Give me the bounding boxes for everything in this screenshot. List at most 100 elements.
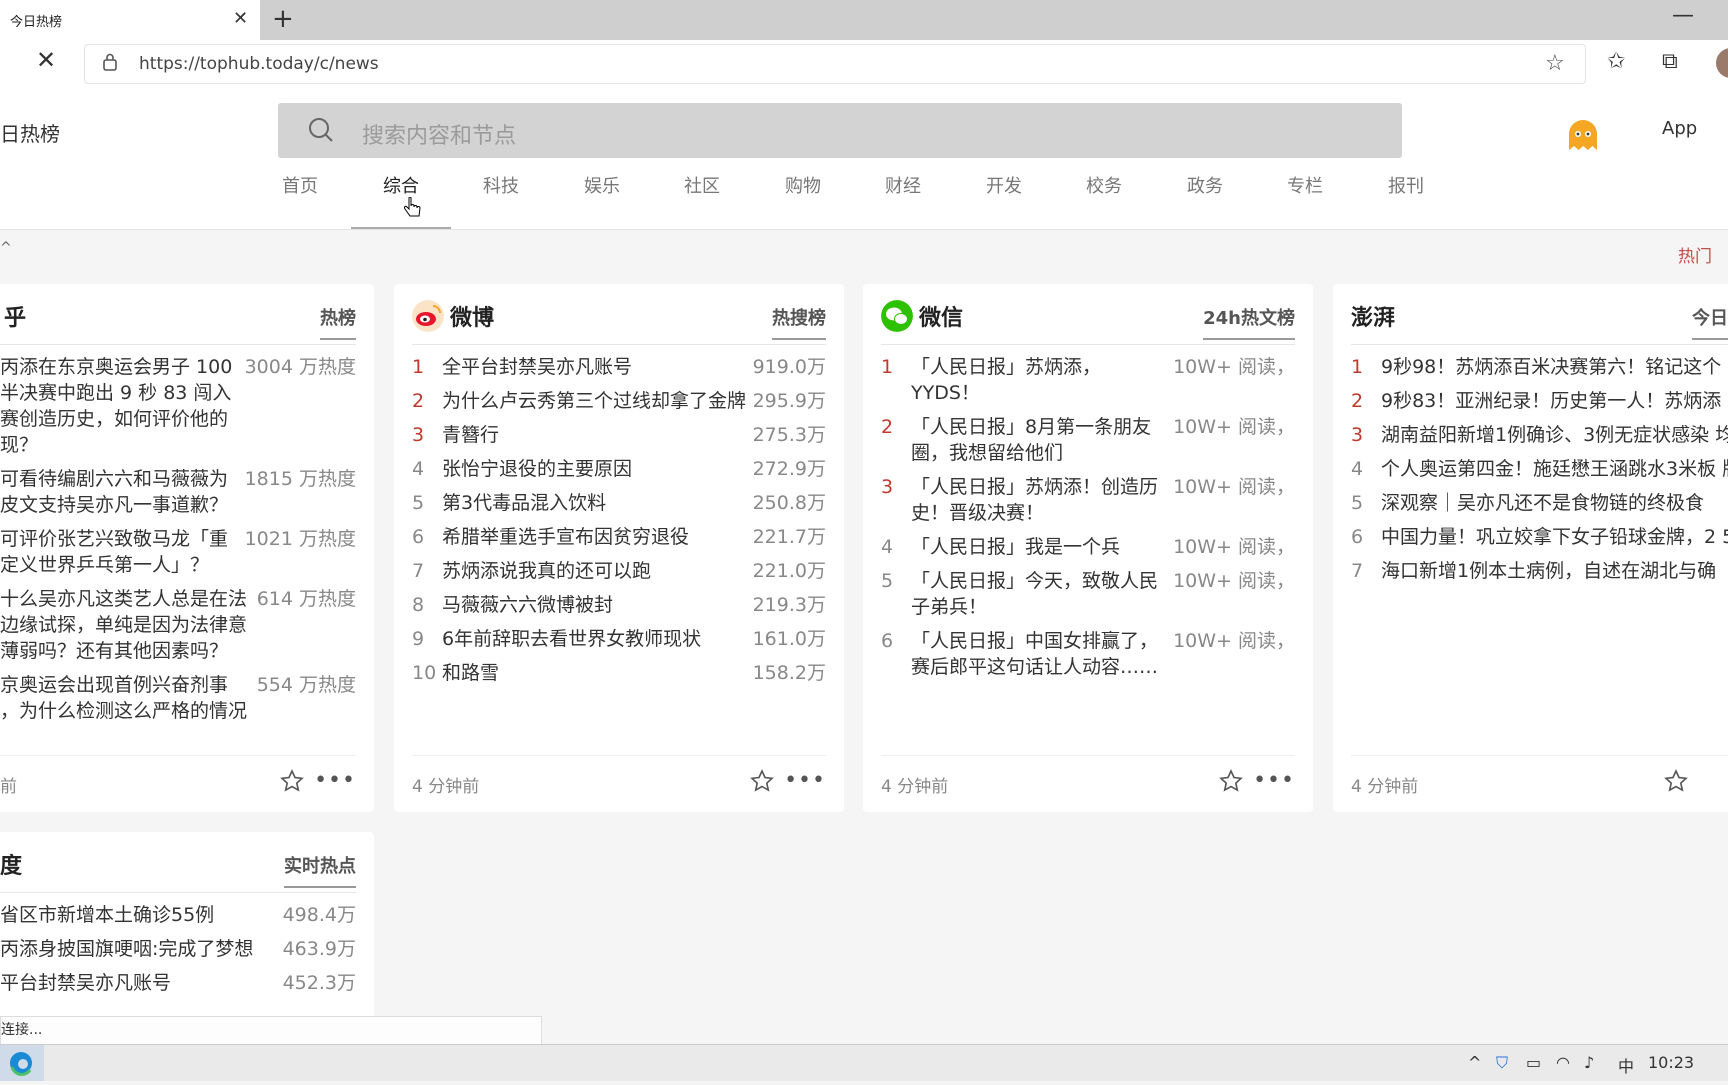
- tab-home[interactable]: 首页: [250, 174, 350, 227]
- list-item[interactable]: 3 湖南益阳新增1例确诊、3例无症状感染 均为北京病例密接: [1351, 422, 1728, 448]
- browser-tab[interactable]: 今日热榜 ✕: [0, 0, 260, 40]
- list-item[interactable]: 丙添在东京奥运会男子 100 半决赛中跑出 9 秒 83 闯入 赛创造历史，如何…: [0, 354, 356, 458]
- list-item[interactable]: 7 海口新增1例本土病例，自述在湖北与确: [1351, 558, 1728, 584]
- volume-icon[interactable]: ♪: [1584, 1053, 1594, 1072]
- item-title[interactable]: 第3代毒品混入饮料: [442, 490, 747, 516]
- item-title[interactable]: 可评价张艺兴致敬马龙「重 定义世界乒乓第一人」？: [0, 526, 239, 578]
- new-tab-icon[interactable]: +: [272, 4, 294, 34]
- tray-expand-icon[interactable]: ^: [1468, 1053, 1481, 1072]
- item-title[interactable]: 青簪行: [442, 422, 747, 448]
- tab-newspaper[interactable]: 报刊: [1356, 174, 1456, 227]
- star-icon[interactable]: [750, 769, 774, 793]
- item-title[interactable]: 「人民日报」苏炳添！创造历史！晋级决赛！: [911, 474, 1167, 526]
- tab-community[interactable]: 社区: [652, 174, 752, 227]
- minimize-icon[interactable]: —: [1672, 3, 1694, 28]
- list-item[interactable]: 1 「人民日报」苏炳添，YYDS！ 10W+ 阅读，: [881, 354, 1295, 406]
- star-icon[interactable]: [280, 769, 304, 793]
- list-item[interactable]: 2 「人民日报」8月第一条朋友圈，我想留给他们 10W+ 阅读，: [881, 414, 1295, 466]
- list-item[interactable]: 6 「人民日报」中国女排赢了，赛后郎平这句话让人动容…… 10W+ 阅读，: [881, 628, 1295, 680]
- card-subtitle[interactable]: 热搜榜: [772, 304, 826, 340]
- list-item[interactable]: 4 张怡宁退役的主要原因 272.9万: [412, 456, 826, 482]
- item-title[interactable]: 平台封禁吴亦凡账号: [0, 970, 277, 996]
- card-subtitle[interactable]: 今日: [1692, 304, 1728, 340]
- item-title[interactable]: 苏炳添说我真的还可以跑: [442, 558, 747, 584]
- list-item[interactable]: 3 青簪行 275.3万: [412, 422, 826, 448]
- list-item[interactable]: 4 「人民日报」我是一个兵 10W+ 阅读，: [881, 534, 1295, 560]
- list-item[interactable]: 1 全平台封禁吴亦凡账号 919.0万: [412, 354, 826, 380]
- more-icon[interactable]: •••: [314, 768, 356, 793]
- list-item[interactable]: 2 9秒83！亚洲纪录！历史第一人！苏炳添 入男子百米决赛: [1351, 388, 1728, 414]
- favorites-icon[interactable]: ✩: [1607, 49, 1625, 74]
- list-item[interactable]: 可看待编剧六六和马薇薇为 皮文支持吴亦凡一事道歉？ 1815 万热度: [0, 466, 356, 518]
- battery-icon[interactable]: ▭: [1526, 1053, 1541, 1072]
- ghost-icon[interactable]: [1566, 118, 1600, 152]
- app-link[interactable]: App: [1662, 118, 1697, 139]
- item-title[interactable]: 深观察｜吴亦凡还不是食物链的终极食: [1381, 490, 1728, 516]
- list-item[interactable]: 4 个人奥运第四金！施廷懋王涵跳水3米板 牌，王涵银牌: [1351, 456, 1728, 482]
- item-title[interactable]: 十么吴亦凡这类艺人总是在法 边缘试探，单纯是因为法律意 薄弱吗？还有其他因素吗？: [0, 586, 251, 664]
- item-title[interactable]: 和路雪: [442, 660, 747, 686]
- item-title[interactable]: 海口新增1例本土病例，自述在湖北与确: [1381, 558, 1728, 584]
- tab-shopping[interactable]: 购物: [753, 174, 853, 227]
- add-favorite-icon[interactable]: ☆: [1545, 51, 1565, 76]
- card-title[interactable]: 微信: [919, 300, 963, 332]
- card-subtitle[interactable]: 实时热点: [284, 852, 356, 888]
- item-title[interactable]: 希腊举重选手宣布因贫穷退役: [442, 524, 747, 550]
- item-title[interactable]: 张怡宁退役的主要原因: [442, 456, 747, 482]
- hot-link[interactable]: 热门: [1678, 242, 1712, 267]
- site-logo[interactable]: 日热榜: [0, 118, 60, 147]
- item-title[interactable]: 9秒83！亚洲纪录！历史第一人！苏炳添 入男子百米决赛: [1381, 388, 1728, 414]
- list-item[interactable]: 8 马薇薇六六微博被封 219.3万: [412, 592, 826, 618]
- list-item[interactable]: 1 9秒98！苏炳添百米决赛第六！铭记这个 史瞬间！: [1351, 354, 1728, 380]
- card-title[interactable]: 度: [0, 848, 22, 880]
- more-icon[interactable]: •••: [1253, 768, 1295, 793]
- card-title[interactable]: 澎湃: [1351, 300, 1395, 332]
- list-item[interactable]: 7 苏炳添说我真的还可以跑 221.0万: [412, 558, 826, 584]
- item-title[interactable]: 「人民日报」我是一个兵: [911, 534, 1167, 560]
- list-item[interactable]: 6 中国力量！巩立姣拿下女子铅球金牌，2 58创最好成绩: [1351, 524, 1728, 550]
- item-title[interactable]: 「人民日报」8月第一条朋友圈，我想留给他们: [911, 414, 1167, 466]
- star-icon[interactable]: [1664, 769, 1688, 793]
- item-title[interactable]: 湖南益阳新增1例确诊、3例无症状感染 均为北京病例密接: [1381, 422, 1728, 448]
- tab-entertainment[interactable]: 娱乐: [552, 174, 652, 227]
- star-icon[interactable]: [1219, 769, 1243, 793]
- list-item[interactable]: 2 为什么卢云秀第三个过线却拿了金牌 295.9万: [412, 388, 826, 414]
- list-item[interactable]: 省区市新增本土确诊55例 498.4万: [0, 902, 356, 928]
- item-title[interactable]: 中国力量！巩立姣拿下女子铅球金牌，2 58创最好成绩: [1381, 524, 1728, 550]
- item-title[interactable]: 可看待编剧六六和马薇薇为 皮文支持吴亦凡一事道歉？: [0, 466, 239, 518]
- tab-column[interactable]: 专栏: [1255, 174, 1355, 227]
- tab-general[interactable]: 综合: [351, 174, 451, 229]
- item-title[interactable]: 全平台封禁吴亦凡账号: [442, 354, 747, 380]
- list-item[interactable]: 京奥运会出现首例兴奋剂事 ，为什么检测这么严格的情况 554 万热度: [0, 672, 356, 724]
- list-item[interactable]: 10 和路雪 158.2万: [412, 660, 826, 686]
- item-title[interactable]: 「人民日报」苏炳添，YYDS！: [911, 354, 1167, 406]
- scroll-left-icon[interactable]: ^: [0, 240, 12, 256]
- list-item[interactable]: 平台封禁吴亦凡账号 452.3万: [0, 970, 356, 996]
- item-title[interactable]: 丙添身披国旗哽咽:完成了梦想: [0, 936, 277, 962]
- item-title[interactable]: 个人奥运第四金！施廷懋王涵跳水3米板 牌，王涵银牌: [1381, 456, 1728, 482]
- security-shield-icon[interactable]: ⛉: [1496, 1053, 1508, 1073]
- item-title[interactable]: 为什么卢云秀第三个过线却拿了金牌: [442, 388, 747, 414]
- list-item[interactable]: 十么吴亦凡这类艺人总是在法 边缘试探，单纯是因为法律意 薄弱吗？还有其他因素吗？…: [0, 586, 356, 664]
- card-title[interactable]: 微博: [450, 300, 494, 332]
- item-title[interactable]: 6年前辞职去看世界女教师现状: [442, 626, 747, 652]
- search-input[interactable]: 搜索内容和节点: [278, 103, 1402, 158]
- ime-indicator[interactable]: 中: [1618, 1053, 1634, 1077]
- item-title[interactable]: 「人民日报」今天，致敬人民子弟兵！: [911, 568, 1167, 620]
- address-bar[interactable]: https://tophub.today/c/news ☆: [84, 44, 1586, 84]
- wifi-icon[interactable]: ◠: [1556, 1053, 1570, 1072]
- tab-tech[interactable]: 科技: [451, 174, 551, 227]
- tab-dev[interactable]: 开发: [954, 174, 1054, 227]
- url-text[interactable]: https://tophub.today/c/news: [139, 54, 379, 74]
- item-title[interactable]: 京奥运会出现首例兴奋剂事 ，为什么检测这么严格的情况: [0, 672, 251, 724]
- more-icon[interactable]: •••: [784, 768, 826, 793]
- item-title[interactable]: 丙添在东京奥运会男子 100 半决赛中跑出 9 秒 83 闯入 赛创造历史，如何…: [0, 354, 239, 458]
- collections-icon[interactable]: ⧉: [1662, 49, 1678, 74]
- list-item[interactable]: 5 第3代毒品混入饮料 250.8万: [412, 490, 826, 516]
- tab-finance[interactable]: 财经: [853, 174, 953, 227]
- list-item[interactable]: 9 6年前辞职去看世界女教师现状 161.0万: [412, 626, 826, 652]
- list-item[interactable]: 6 希腊举重选手宣布因贫穷退役 221.7万: [412, 524, 826, 550]
- card-subtitle[interactable]: 热榜: [320, 304, 356, 340]
- list-item[interactable]: 5 「人民日报」今天，致敬人民子弟兵！ 10W+ 阅读，: [881, 568, 1295, 620]
- avatar[interactable]: [1716, 48, 1728, 78]
